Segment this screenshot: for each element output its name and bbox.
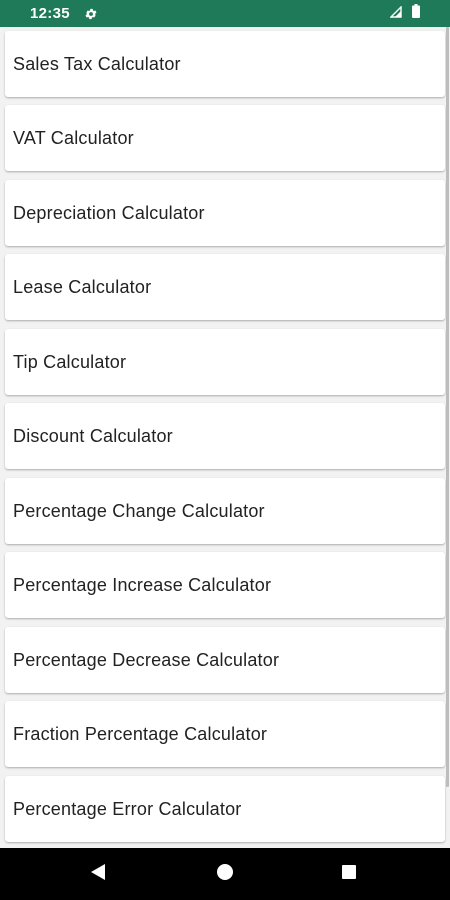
status-bar: 12:35 (0, 0, 450, 27)
list-item-tip[interactable]: Tip Calculator (5, 329, 445, 395)
settings-gear-icon (84, 7, 98, 21)
list-item-fraction-percentage[interactable]: Fraction Percentage Calculator (5, 701, 445, 767)
list-item-label: Percentage Error Calculator (13, 798, 242, 819)
system-nav-bar (0, 848, 450, 900)
list-item-sales-tax[interactable]: Sales Tax Calculator (5, 31, 445, 97)
home-button[interactable] (195, 848, 255, 900)
list-item-label: Percentage Decrease Calculator (13, 649, 280, 670)
list-item-lease[interactable]: Lease Calculator (5, 254, 445, 320)
list-item-label: Lease Calculator (13, 276, 152, 297)
list-item-label: VAT Calculator (13, 127, 134, 148)
list-item-discount[interactable]: Discount Calculator (5, 403, 445, 469)
list-item-label: Tip Calculator (13, 351, 127, 372)
list-item-vat[interactable]: VAT Calculator (5, 105, 445, 171)
recents-square-icon (341, 864, 357, 885)
recents-button[interactable] (319, 848, 379, 900)
list-item-label: Sales Tax Calculator (13, 53, 181, 74)
list-item-label: Discount Calculator (13, 425, 173, 446)
list-item-depreciation[interactable]: Depreciation Calculator (5, 180, 445, 246)
status-icons (389, 4, 420, 23)
list-item-label: Percentage Change Calculator (13, 500, 265, 521)
back-button[interactable] (68, 848, 128, 900)
list-item-label: Depreciation Calculator (13, 202, 205, 223)
home-circle-icon (216, 863, 234, 886)
back-triangle-icon (90, 863, 106, 886)
list-item-percentage-increase[interactable]: Percentage Increase Calculator (5, 552, 445, 618)
list-item-percentage-decrease[interactable]: Percentage Decrease Calculator (5, 627, 445, 693)
battery-icon (412, 4, 420, 23)
status-time: 12:35 (30, 5, 70, 22)
calculator-list: Sales Tax Calculator VAT Calculator Depr… (0, 27, 450, 848)
list-item-percentage-error[interactable]: Percentage Error Calculator (5, 776, 445, 842)
list-item-percentage-change[interactable]: Percentage Change Calculator (5, 478, 445, 544)
list-item-label: Percentage Increase Calculator (13, 574, 272, 595)
signal-icon (389, 4, 402, 23)
scrollbar[interactable] (446, 27, 449, 787)
list-item-label: Fraction Percentage Calculator (13, 723, 268, 744)
